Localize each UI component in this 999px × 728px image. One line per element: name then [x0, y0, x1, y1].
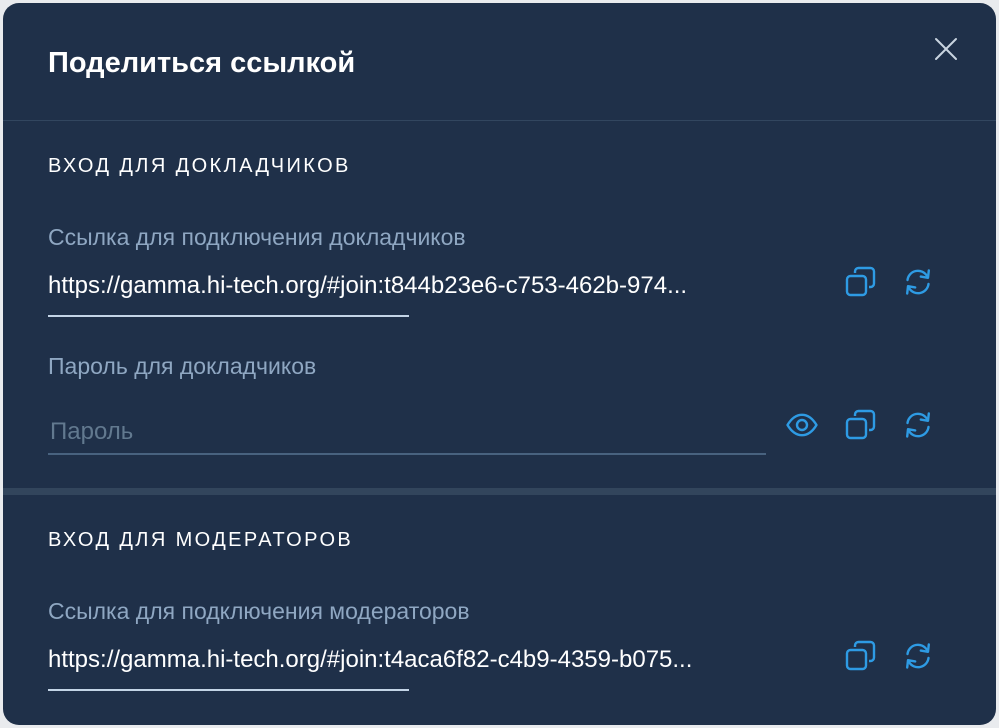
- refresh-icon: [906, 269, 930, 295]
- copy-icon: [845, 409, 876, 440]
- moderators-link-value[interactable]: https://gamma.hi-tech.org/#join:t4aca6f8…: [48, 644, 768, 676]
- speakers-password-regenerate-button[interactable]: [901, 408, 935, 442]
- show-password-button[interactable]: [785, 408, 819, 442]
- dialog-title: Поделиться ссылкой: [48, 47, 356, 79]
- dialog-header: Поделиться ссылкой: [3, 3, 996, 121]
- speakers-password-copy-button[interactable]: [843, 408, 877, 442]
- moderators-link-regenerate-button[interactable]: [901, 639, 935, 673]
- share-link-dialog: Поделиться ссылкой ВХОД ДЛЯ ДОКЛАДЧИКОВ …: [3, 3, 996, 725]
- refresh-icon: [906, 412, 930, 438]
- speakers-section-heading: ВХОД ДЛЯ ДОКЛАДЧИКОВ: [48, 155, 351, 177]
- speakers-link-underline: [48, 315, 409, 317]
- refresh-icon: [906, 643, 930, 669]
- speakers-link-value[interactable]: https://gamma.hi-tech.org/#join:t844b23e…: [48, 270, 768, 302]
- speakers-link-copy-button[interactable]: [843, 265, 877, 299]
- section-divider: [3, 488, 996, 495]
- copy-icon: [845, 640, 876, 671]
- moderators-link-label: Ссылка для подключения модераторов: [48, 598, 470, 624]
- moderators-link-underline: [48, 689, 409, 691]
- copy-icon: [845, 266, 876, 297]
- speakers-password-input[interactable]: [48, 411, 766, 455]
- speakers-link-label: Ссылка для подключения докладчиков: [48, 224, 466, 250]
- moderators-section-heading: ВХОД ДЛЯ МОДЕРАТОРОВ: [48, 529, 354, 551]
- eye-icon: [786, 413, 818, 437]
- close-button[interactable]: [931, 34, 961, 64]
- moderators-link-copy-button[interactable]: [843, 639, 877, 673]
- speakers-password-label: Пароль для докладчиков: [48, 353, 317, 379]
- speakers-link-regenerate-button[interactable]: [901, 265, 935, 299]
- close-icon: [935, 38, 957, 60]
